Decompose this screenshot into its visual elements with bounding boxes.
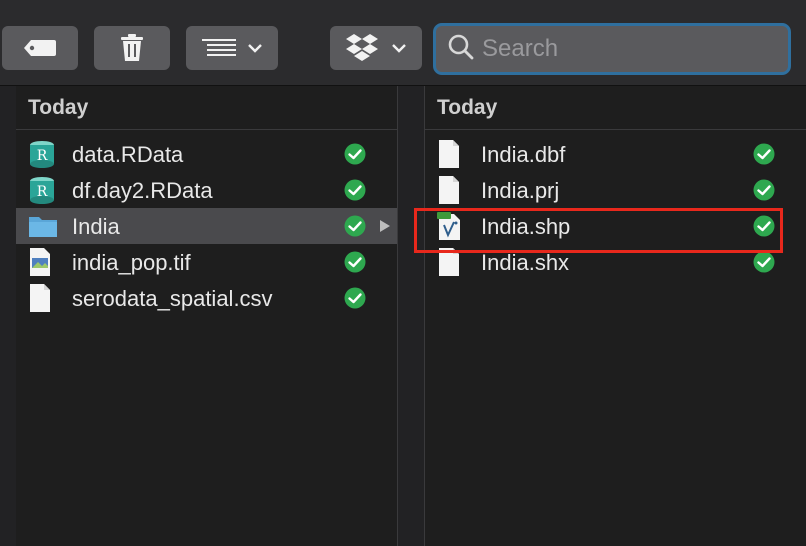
list-item[interactable]: R data.RData [16,136,397,172]
highlight-annotation-box [414,208,783,253]
left-column: Today R data.RData R df.day2.RData India [16,86,397,546]
list-item-selected[interactable]: India [16,208,397,244]
finder-toolbar [0,0,806,86]
file-name: India.prj [481,178,560,203]
synced-check-icon [344,287,366,309]
rdata-file-icon: R [28,140,56,168]
file-name: data.RData [72,142,184,167]
document-icon [437,140,465,168]
dropbox-button[interactable] [330,26,422,70]
file-name: India.shx [481,250,570,275]
list-item[interactable]: India.prj [425,172,806,208]
file-name: India.dbf [481,142,566,167]
rdata-file-icon: R [28,176,56,204]
file-name: serodata_spatial.csv [72,286,273,311]
svg-text:R: R [37,184,48,200]
list-item[interactable]: R df.day2.RData [16,172,397,208]
folder-icon [28,212,57,240]
view-options-button[interactable] [186,26,278,70]
file-name: India [72,214,120,239]
svg-text:R: R [37,148,48,164]
trash-button[interactable] [94,26,170,70]
column-resize-gutter[interactable] [397,86,425,546]
search-field[interactable] [433,23,791,75]
file-name: df.day2.RData [72,178,213,203]
list-view-icon [202,38,236,58]
synced-check-icon [753,143,775,165]
section-header: Today [16,86,397,130]
dropbox-icon [346,34,378,62]
trash-icon [120,34,144,62]
column-gutter [0,86,16,546]
file-list: India.dbf India.prj India.shp India.shx [425,130,806,280]
list-item[interactable]: India.dbf [425,136,806,172]
tag-icon [23,39,57,57]
document-icon [437,176,465,204]
list-item[interactable]: serodata_spatial.csv [16,280,397,316]
list-item[interactable]: india_pop.tif [16,244,397,280]
synced-check-icon [344,179,366,201]
disclosure-arrow-icon [378,218,392,234]
document-icon [28,284,56,312]
synced-check-icon [753,251,775,273]
chevron-down-icon [392,43,406,53]
file-list: R data.RData R df.day2.RData India india… [16,130,397,316]
chevron-down-icon [248,43,262,53]
tag-button[interactable] [2,26,78,70]
image-file-icon [28,248,56,276]
synced-check-icon [753,179,775,201]
synced-check-icon [344,215,366,237]
search-icon [448,34,474,65]
search-input[interactable] [482,35,772,63]
right-column: Today India.dbf India.prj India.shp Indi… [425,86,806,546]
synced-check-icon [344,143,366,165]
section-header: Today [425,86,806,130]
file-name: india_pop.tif [72,250,191,275]
synced-check-icon [344,251,366,273]
